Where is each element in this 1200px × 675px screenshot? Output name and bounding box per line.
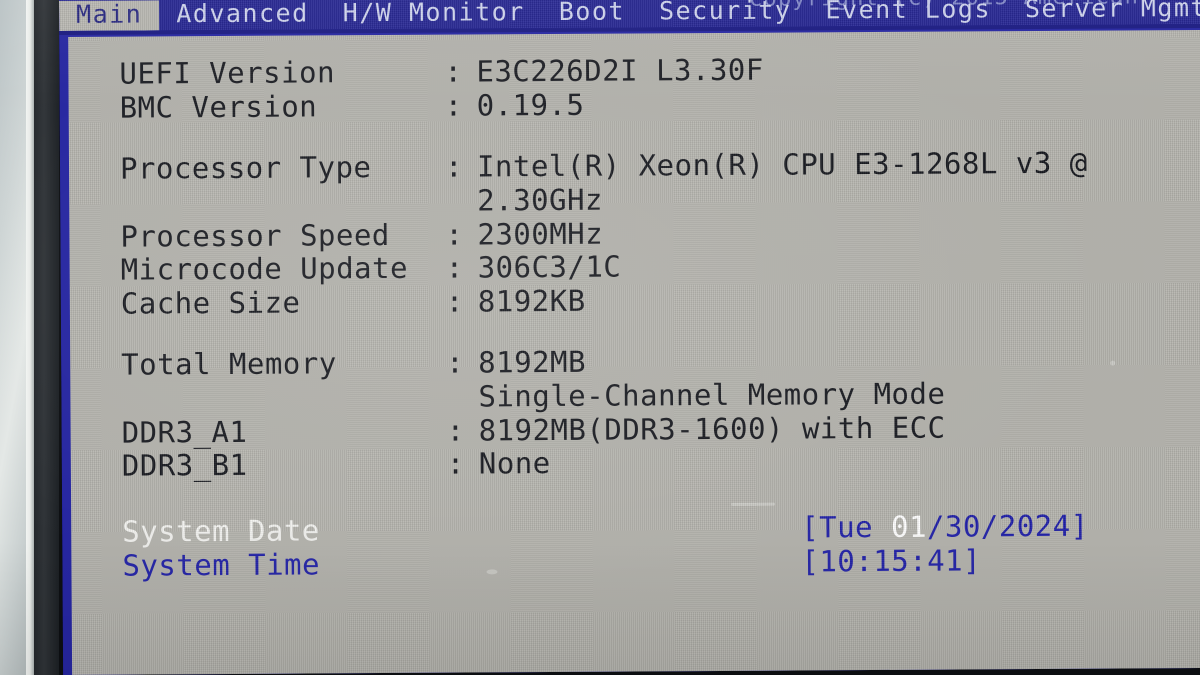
- info-value: 8192MB: [478, 344, 587, 380]
- info-colon: :: [444, 88, 463, 123]
- info-value: 2300MHz: [477, 216, 604, 252]
- info-row: Cache Size:8192KB: [70, 280, 1200, 322]
- monitor-bezel-left: [34, 0, 59, 675]
- info-value: 0.19.5: [476, 87, 585, 123]
- bios-setup-window: Copyright (C) 2015 American MainAdvanced…: [59, 0, 1200, 675]
- system-date-bracket-open: [: [801, 510, 820, 545]
- system-date-bracket-close: ]: [1070, 508, 1089, 543]
- main-page-panel: UEFI Version: E3C226D2I L3.30F BMC Version…: [68, 30, 1200, 675]
- system-time-value[interactable]: [10:15:41]: [801, 543, 981, 579]
- system-date-label: System Date: [122, 513, 320, 549]
- info-label: Cache Size: [120, 285, 301, 321]
- menu-tab-event-logs[interactable]: Event Logs: [808, 0, 1008, 26]
- menu-tab-main[interactable]: Main: [59, 0, 160, 31]
- system-date-month[interactable]: 01: [891, 510, 927, 544]
- info-value-continued: Single-Channel Memory Mode: [478, 376, 946, 414]
- info-label: DDR3_A1: [121, 414, 248, 450]
- info-colon: :: [446, 413, 465, 448]
- info-colon: :: [444, 149, 464, 184]
- menu-tab-h-w-monitor[interactable]: H/W Monitor: [326, 0, 542, 29]
- info-colon: :: [445, 250, 464, 285]
- info-colon: :: [446, 345, 465, 380]
- menu-tab-security[interactable]: Security: [642, 0, 809, 27]
- info-label: BMC Version: [119, 89, 318, 125]
- info-label: UEFI Version: [119, 55, 336, 91]
- info-value: None: [478, 446, 551, 481]
- menu-tab-advanced[interactable]: Advanced: [159, 0, 326, 30]
- info-colon: :: [445, 284, 464, 319]
- info-colon: :: [444, 54, 463, 89]
- info-value: E3C226D2I L3.30F: [476, 52, 764, 89]
- menu-tab-server-mgmt[interactable]: Server Mgmt: [1008, 0, 1200, 25]
- system-date-value[interactable]: [Tue 01/30/2024]: [801, 509, 1089, 546]
- panel-speck: [731, 502, 776, 506]
- info-label: DDR3_B1: [121, 447, 248, 483]
- info-value: 8192MB(DDR3-1600) with ECC: [478, 410, 946, 448]
- info-value-continued: 2.30GHz: [477, 182, 604, 218]
- info-colon: :: [445, 217, 464, 252]
- info-label: Processor Speed: [120, 217, 390, 254]
- system-time-label: System Time: [122, 547, 321, 583]
- info-row: DDR3_B1: None: [71, 442, 1200, 484]
- info-value: Intel(R) Xeon(R) CPU E3-1268L v3 @: [476, 145, 1088, 184]
- menu-tab-boot[interactable]: Boot: [542, 0, 642, 28]
- info-label: Microcode Update: [120, 250, 409, 287]
- system-date-weekday: Tue: [819, 509, 892, 545]
- info-row: BMC Version:0.19.5: [69, 84, 1200, 126]
- info-colon: :: [446, 446, 465, 481]
- page-border: UEFI Version: E3C226D2I L3.30F BMC Version…: [59, 28, 1200, 675]
- system-time-row[interactable]: System Time [10:15:41]: [71, 542, 1200, 584]
- system-date-rest: /30/2024: [926, 508, 1071, 544]
- info-value: 306C3/1C: [477, 249, 622, 285]
- monitor-screen: Copyright (C) 2015 American MainAdvanced…: [59, 0, 1200, 675]
- info-label: Processor Type: [119, 150, 372, 186]
- monitor-photo: Copyright (C) 2015 American MainAdvanced…: [0, 0, 1200, 675]
- info-label: Total Memory: [121, 346, 337, 382]
- info-value: 8192KB: [477, 283, 586, 319]
